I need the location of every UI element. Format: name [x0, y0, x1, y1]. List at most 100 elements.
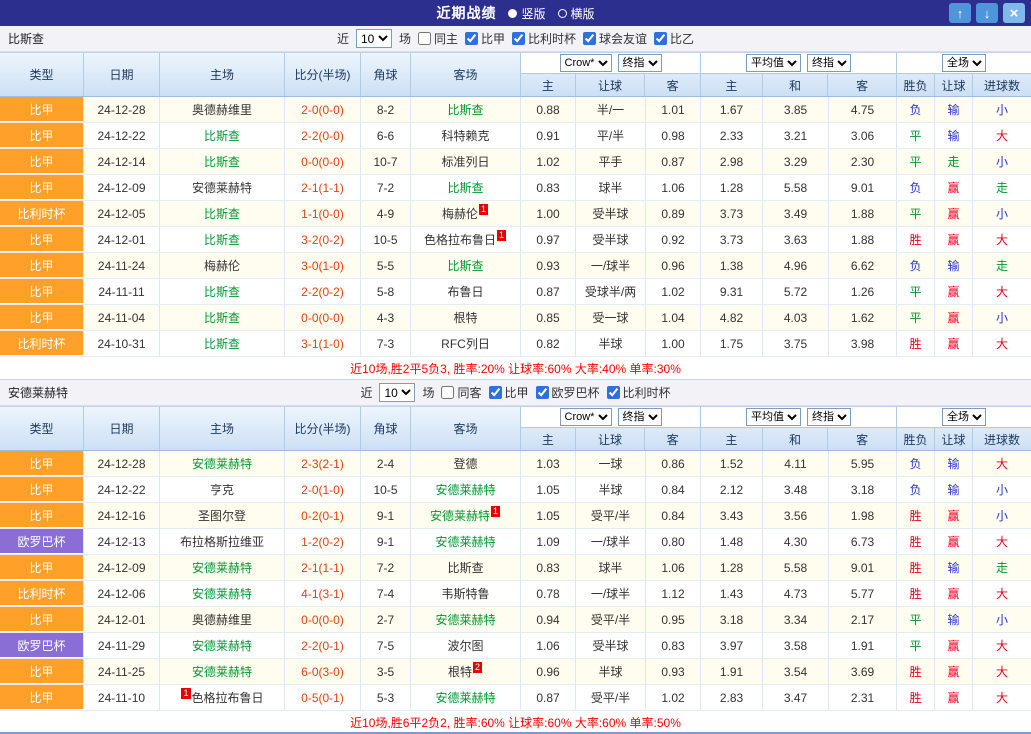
corner-cell: 7-3 [361, 331, 411, 356]
team-name[interactable]: 登德 [453, 455, 477, 472]
asian-away-odds-cell: 0.96 [646, 253, 701, 278]
bookmaker-select[interactable]: Crow* [560, 408, 612, 426]
layout-radio-vertical[interactable]: 竖版 [508, 5, 545, 22]
home-team-cell: 安德莱赫特 [160, 555, 285, 580]
league-filter-checkbox[interactable]: 比甲 [489, 384, 529, 401]
final-odds-select-2[interactable]: 终指 [807, 408, 851, 426]
team-name[interactable]: 韦斯特鲁 [441, 585, 489, 602]
team-name[interactable]: 安德莱赫特 [430, 507, 490, 524]
handicap-result-cell: 赢 [935, 305, 973, 330]
same-venue-checkbox[interactable]: 同客 [441, 384, 481, 401]
team-name[interactable]: 奥德赫维里 [192, 101, 252, 118]
team-name[interactable]: 安德莱赫特 [435, 689, 495, 706]
outcome-cell: 负 [897, 97, 935, 122]
team-name[interactable]: 安德莱赫特 [192, 663, 252, 680]
filter-bar: 近 10 场 同客 比甲欧罗巴杯比利时杯 [360, 383, 670, 402]
match-count-select[interactable]: 10 [356, 29, 392, 48]
team-name[interactable]: 色格拉布鲁日 [192, 689, 264, 706]
team-name[interactable]: 圣图尔登 [198, 507, 246, 524]
team-name[interactable]: 科特赖克 [441, 127, 489, 144]
home-team-cell: 圣图尔登 [160, 503, 285, 528]
final-odds-select[interactable]: 终指 [618, 54, 662, 72]
team-name[interactable]: 安德莱赫特 [435, 611, 495, 628]
team-name[interactable]: 安德莱赫特 [435, 481, 495, 498]
handicap-cell: 一球 [576, 451, 646, 476]
team-name[interactable]: 安德莱赫特 [435, 533, 495, 550]
team-name[interactable]: 梅赫伦 [204, 257, 240, 274]
team-name[interactable]: 安德莱赫特 [192, 455, 252, 472]
euro-draw-odds-cell: 4.73 [763, 581, 829, 606]
team-name[interactable]: 比斯查 [204, 231, 240, 248]
league-filter-checkbox[interactable]: 比甲 [465, 30, 505, 47]
team-name[interactable]: 比斯查 [204, 309, 240, 326]
team-name[interactable]: 比斯查 [204, 127, 240, 144]
handicap-cell: 受半球 [576, 633, 646, 658]
col-header-handicap-result: 让球 [935, 74, 973, 96]
team-name[interactable]: 比斯查 [204, 283, 240, 300]
team-name[interactable]: 比斯查 [447, 559, 483, 576]
team-name[interactable]: 安德莱赫特 [192, 637, 252, 654]
table-row: 比甲 24-12-01 奥德赫维里 0-0(0-0) 2-7 安德莱赫特 0.9… [0, 607, 1031, 633]
handicap-result-cell: 输 [935, 123, 973, 148]
red-card-badge: 1 [491, 506, 500, 517]
close-button[interactable]: × [1003, 3, 1025, 23]
team-name[interactable]: 安德莱赫特 [192, 585, 252, 602]
handicap-result-cell: 赢 [935, 279, 973, 304]
team-name[interactable]: 比斯查 [447, 101, 483, 118]
average-select[interactable]: 平均值 [746, 408, 801, 426]
team-name[interactable]: 根特 [453, 309, 477, 326]
col-header-euro-home: 主 [701, 428, 763, 450]
league-filter-checkbox[interactable]: 球会友谊 [583, 30, 647, 47]
league-badge: 比甲 [0, 97, 84, 122]
team-name[interactable]: 奥德赫维里 [192, 611, 252, 628]
team-name[interactable]: 标准列日 [441, 153, 489, 170]
team-name[interactable]: 比斯查 [447, 179, 483, 196]
team-name[interactable]: 根特 [448, 663, 472, 680]
league-badge: 比甲 [0, 607, 84, 632]
final-odds-select-2[interactable]: 终指 [807, 54, 851, 72]
team-name[interactable]: 色格拉布鲁日 [424, 231, 496, 248]
handicap-cell: 一/球半 [576, 253, 646, 278]
team-name[interactable]: 波尔图 [447, 637, 483, 654]
scroll-up-button[interactable]: ↑ [949, 3, 971, 23]
league-filter-checkbox[interactable]: 比利时杯 [512, 30, 576, 47]
corner-cell: 8-2 [361, 97, 411, 122]
team-name[interactable]: 亨克 [210, 481, 234, 498]
home-team-cell: 比斯查 [160, 279, 285, 304]
col-header-asian-home: 主 [521, 428, 576, 450]
handicap-cell: 半/一 [576, 97, 646, 122]
team-name[interactable]: 梅赫伦 [442, 205, 478, 222]
league-filter-checkbox[interactable]: 欧罗巴杯 [536, 384, 600, 401]
scroll-down-button[interactable]: ↓ [976, 3, 998, 23]
table-row: 比利时杯 24-10-31 比斯查 3-1(1-0) 7-3 RFC列日 0.8… [0, 331, 1031, 357]
team-name[interactable]: 比斯查 [447, 257, 483, 274]
team-name[interactable]: 比斯查 [204, 335, 240, 352]
asian-away-odds-cell: 0.95 [646, 607, 701, 632]
team-name[interactable]: 比斯查 [204, 153, 240, 170]
date-cell: 24-12-16 [84, 503, 160, 528]
euro-home-odds-cell: 1.38 [701, 253, 763, 278]
home-team-cell: 亨克 [160, 477, 285, 502]
team-name[interactable]: 布鲁日 [447, 283, 483, 300]
asian-home-odds-cell: 0.94 [521, 607, 576, 632]
scope-select[interactable]: 全场 [942, 54, 986, 72]
outcome-cell: 胜 [897, 227, 935, 252]
bookmaker-select[interactable]: Crow* [560, 54, 612, 72]
date-cell: 24-11-25 [84, 659, 160, 684]
team-name[interactable]: 布拉格斯拉维亚 [180, 533, 264, 550]
team-name[interactable]: 安德莱赫特 [192, 559, 252, 576]
league-filter-checkbox[interactable]: 比利时杯 [607, 384, 671, 401]
match-count-select[interactable]: 10 [379, 383, 415, 402]
team-name[interactable]: 比斯查 [204, 205, 240, 222]
scope-select[interactable]: 全场 [942, 408, 986, 426]
date-cell: 24-12-01 [84, 227, 160, 252]
team-name[interactable]: RFC列日 [441, 335, 490, 352]
corner-cell: 10-5 [361, 477, 411, 502]
layout-radio-horizontal[interactable]: 横版 [558, 5, 595, 22]
team-name[interactable]: 安德莱赫特 [192, 179, 252, 196]
euro-away-odds-cell: 2.17 [829, 607, 897, 632]
same-venue-checkbox[interactable]: 同主 [418, 30, 458, 47]
average-select[interactable]: 平均值 [746, 54, 801, 72]
final-odds-select[interactable]: 终指 [618, 408, 662, 426]
league-filter-checkbox[interactable]: 比乙 [654, 30, 694, 47]
